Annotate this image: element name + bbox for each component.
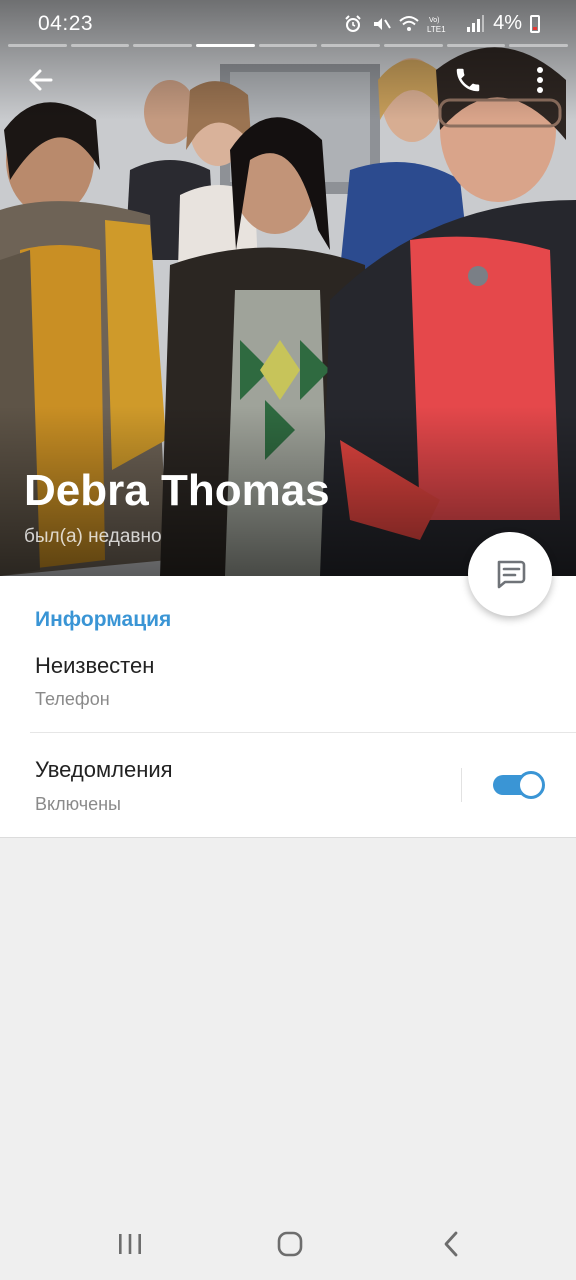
system-nav-bar (0, 1208, 576, 1280)
signal-icon (465, 14, 485, 34)
home-button[interactable] (260, 1222, 320, 1266)
story-segment (446, 44, 506, 47)
mute-icon (371, 14, 391, 34)
story-segment (8, 44, 67, 47)
notifications-title: Уведомления (35, 757, 173, 782)
more-vertical-icon (537, 67, 543, 93)
volte-icon: Vo) LTE1 (427, 14, 457, 34)
notifications-toggle[interactable] (493, 771, 545, 799)
story-segment (509, 44, 569, 47)
battery-icon (530, 14, 540, 33)
nav-back-button[interactable] (421, 1222, 481, 1266)
story-segment (384, 44, 443, 47)
profile-name: Debra Thomas (24, 466, 330, 515)
story-segment (258, 44, 318, 47)
phone-icon (456, 68, 480, 92)
info-section: Информация Неизвестен Телефон Уведомлени… (0, 576, 576, 838)
profile-header: 04:23 Vo) LTE1 4% Debra Thomas был(а) не… (0, 0, 576, 576)
phone-value: Неизвестен (35, 653, 155, 678)
back-icon (444, 1231, 458, 1257)
toggle-separator (461, 768, 462, 802)
arrow-left-icon (29, 69, 53, 91)
wifi-icon (399, 14, 419, 34)
chat-bubble-icon (497, 560, 526, 589)
phone-label: Телефон (35, 689, 110, 709)
svg-text:Vo): Vo) (429, 17, 440, 24)
status-time: 04:23 (38, 12, 94, 35)
back-button[interactable] (17, 56, 65, 104)
home-icon (277, 1231, 303, 1257)
call-button[interactable] (444, 56, 492, 104)
story-segment (70, 44, 130, 47)
svg-text:LTE1: LTE1 (427, 25, 446, 34)
profile-last-seen: был(а) недавно (24, 526, 162, 547)
story-segment (133, 44, 193, 47)
recent-apps-button[interactable] (100, 1222, 160, 1266)
notifications-row[interactable]: Уведомления Включены (0, 733, 576, 837)
story-segment (196, 44, 255, 47)
status-icons: Vo) LTE1 4% (343, 12, 540, 35)
more-options-button[interactable] (516, 56, 564, 104)
alarm-icon (343, 14, 363, 34)
notifications-state: Включены (35, 794, 121, 814)
battery-percent: 4% (493, 12, 522, 34)
toggle-knob (517, 771, 545, 799)
info-section-title: Информация (35, 608, 172, 631)
phone-row[interactable]: Неизвестен Телефон (0, 642, 576, 732)
story-progress (8, 44, 569, 48)
status-bar: 04:23 Vo) LTE1 4% (0, 0, 576, 48)
send-message-button[interactable] (468, 532, 552, 616)
story-segment (321, 44, 381, 47)
recent-apps-icon (119, 1234, 141, 1254)
